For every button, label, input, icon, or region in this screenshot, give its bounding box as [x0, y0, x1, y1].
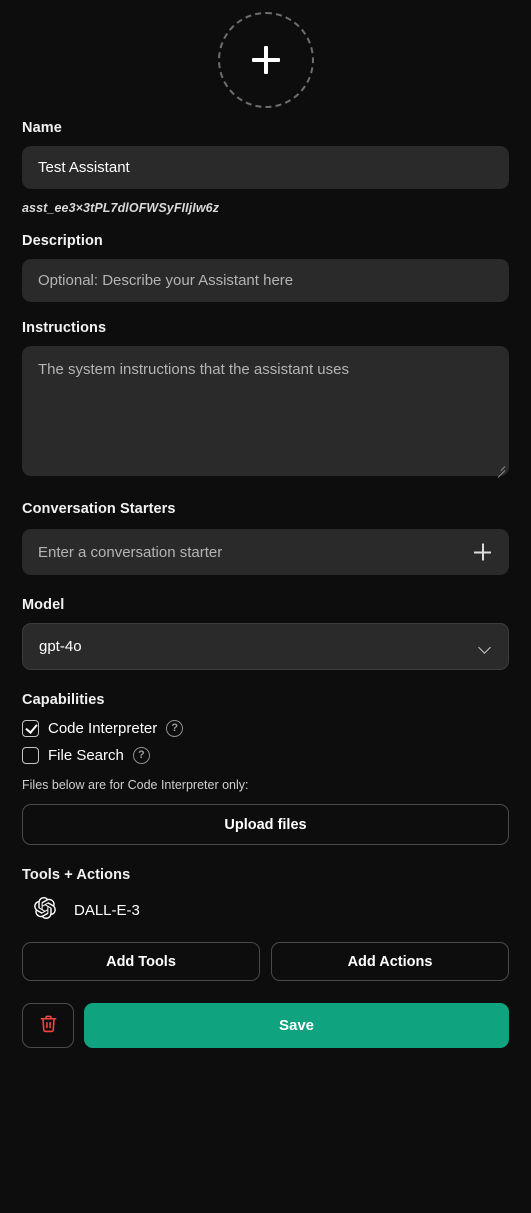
openai-logo-icon	[34, 897, 56, 924]
trash-icon	[39, 1014, 58, 1038]
delete-assistant-button[interactable]	[22, 1003, 74, 1048]
capability-code-interpreter[interactable]: Code Interpreter ?	[22, 720, 509, 737]
code-interpreter-label: Code Interpreter	[48, 720, 158, 737]
description-input[interactable]: Optional: Describe your Assistant here	[22, 259, 509, 302]
capabilities-label: Capabilities	[22, 692, 105, 708]
instructions-placeholder: The system instructions that the assista…	[38, 361, 349, 378]
save-button[interactable]: Save	[84, 1003, 509, 1048]
add-actions-button[interactable]: Add Actions	[271, 942, 509, 981]
instructions-label: Instructions	[22, 320, 107, 336]
conversation-starter-input[interactable]: Enter a conversation starter	[22, 529, 509, 575]
code-interpreter-help-icon[interactable]: ?	[166, 720, 184, 737]
tools-actions-label: Tools + Actions	[22, 867, 131, 883]
avatar-section	[22, 0, 509, 120]
tools-actions-buttons: Add Tools Add Actions	[22, 942, 509, 981]
file-search-checkbox[interactable]	[22, 747, 39, 764]
footer-actions: Save	[22, 1003, 509, 1048]
resize-grip-icon[interactable]	[493, 461, 506, 478]
code-interpreter-checkbox[interactable]	[22, 720, 39, 737]
files-note: Files below are for Code Interpreter onl…	[22, 778, 249, 792]
add-tools-button[interactable]: Add Tools	[22, 942, 260, 981]
name-label: Name	[22, 120, 62, 136]
add-conversation-starter-icon[interactable]	[474, 543, 491, 561]
file-search-help-icon[interactable]: ?	[132, 747, 150, 764]
tool-item-dalle3[interactable]: DALL-E-3	[22, 897, 509, 924]
plus-icon	[251, 46, 280, 74]
conversation-starters-label: Conversation Starters	[22, 501, 176, 517]
tool-name: DALL-E-3	[74, 902, 140, 919]
capability-file-search[interactable]: File Search ?	[22, 747, 509, 764]
instructions-textarea[interactable]: The system instructions that the assista…	[22, 346, 509, 478]
file-search-label: File Search	[48, 747, 124, 764]
model-select-wrap: gpt-4o	[22, 623, 509, 670]
model-select[interactable]: gpt-4o	[22, 623, 509, 670]
name-input[interactable]: Test Assistant	[22, 146, 509, 189]
description-label: Description	[22, 233, 103, 249]
assistant-id: asst_ee3×3tPL7dlOFWSyFIIjIw6z	[22, 201, 220, 215]
avatar-upload-button[interactable]	[217, 12, 314, 108]
assistant-editor-panel: Name Test Assistant asst_ee3×3tPL7dlOFWS…	[0, 0, 531, 1213]
upload-files-button[interactable]: Upload files	[22, 804, 509, 845]
model-label: Model	[22, 597, 65, 613]
conversation-starter-row: Enter a conversation starter	[22, 529, 509, 575]
